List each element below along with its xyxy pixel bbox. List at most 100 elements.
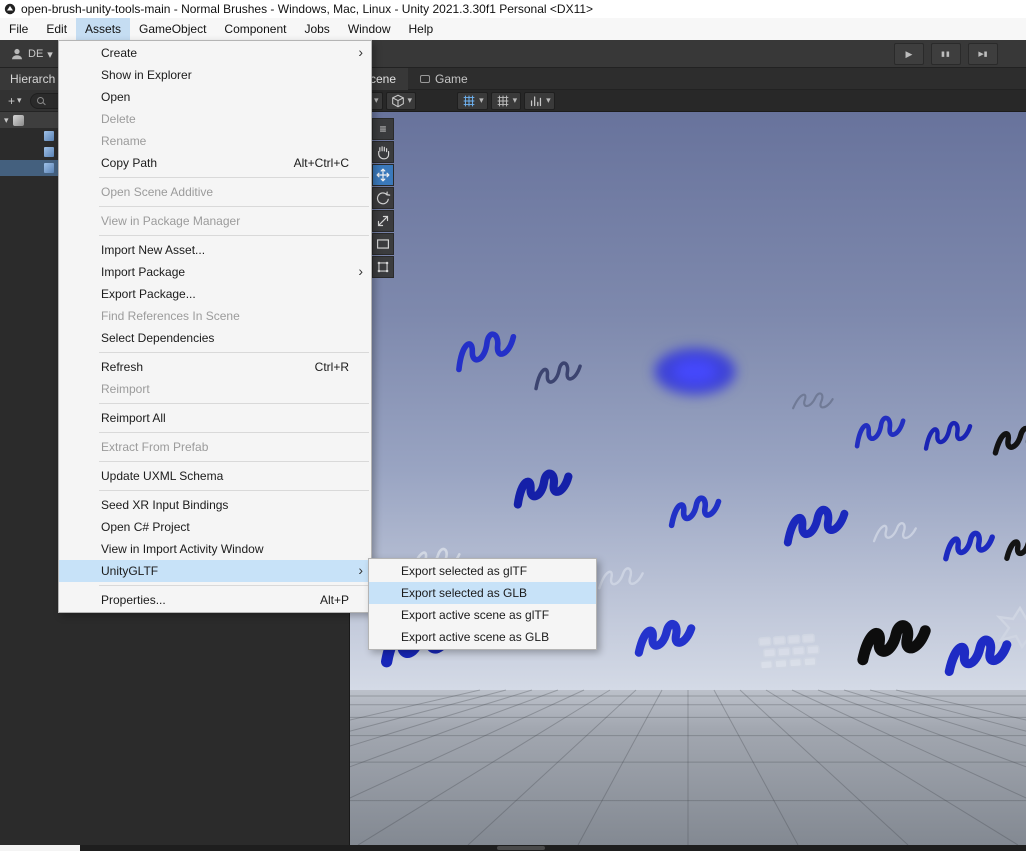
gameobject-icon	[44, 163, 54, 173]
menu-item-create[interactable]: Create ›	[59, 42, 371, 64]
menu-item-label: Export Package...	[101, 287, 196, 301]
step-button[interactable]: ▶▮	[968, 43, 998, 65]
menu-item-open-scene-additive[interactable]: Open Scene Additive	[59, 181, 371, 203]
scene-asset-icon	[12, 114, 24, 126]
menubar-item-file[interactable]: File	[0, 18, 37, 40]
menu-item-refresh[interactable]: Refresh Ctrl+R	[59, 356, 371, 378]
unitygltf-submenu-panel: Export selected as glTF Export selected a…	[368, 558, 597, 650]
menu-item-open-c-project[interactable]: Open C# Project	[59, 516, 371, 538]
menu-item-find-references-in-scene[interactable]: Find References In Scene	[59, 305, 371, 327]
add-object-button[interactable]: + ▾	[4, 94, 26, 108]
view-tool[interactable]	[372, 141, 394, 163]
menu-item-label: Copy Path	[101, 156, 158, 170]
brush-stroke	[943, 530, 995, 562]
menu-item-export-package[interactable]: Export Package...	[59, 283, 371, 305]
menu-item-open[interactable]: Open	[59, 86, 371, 108]
menu-item-label: Reimport	[101, 382, 150, 396]
game-tab-label: Game	[435, 72, 468, 86]
tab-game[interactable]: Game	[408, 68, 480, 90]
menu-item-unitygltf[interactable]: UnityGLTF ›	[59, 560, 371, 582]
menu-item-label: Properties...	[101, 593, 166, 607]
plus-icon: +	[8, 93, 16, 108]
menubar-item-help[interactable]: Help	[400, 18, 443, 40]
menu-item-view-in-package-manager[interactable]: View in Package Manager	[59, 210, 371, 232]
grid-icon	[497, 95, 508, 106]
chevron-down-icon: ▾	[407, 95, 413, 105]
menu-item-update-uxml-schema[interactable]: Update UXML Schema	[59, 465, 371, 487]
account-dropdown[interactable]: DE ▾	[4, 44, 59, 64]
menu-item-view-in-import-activity-window[interactable]: View in Import Activity Window	[59, 538, 371, 560]
brush-stroke	[456, 331, 517, 373]
tab-hierarchy[interactable]: Hierarch	[0, 68, 66, 90]
rect-tool[interactable]	[372, 233, 394, 255]
menu-item-properties[interactable]: Properties... Alt+P	[59, 589, 371, 611]
menu-item-shortcut: Alt+P	[319, 593, 349, 607]
submenu-item-label: Export selected as glTF	[401, 564, 528, 578]
menu-item-label: Open	[101, 90, 131, 104]
search-icon	[36, 97, 44, 104]
menu-item-label: View in Import Activity Window	[101, 542, 264, 556]
brush-stroke	[513, 469, 573, 509]
menu-item-label: Import Package	[101, 265, 186, 279]
menu-item-reimport-all[interactable]: Reimport All	[59, 407, 371, 429]
menu-item-select-dependencies[interactable]: Select Dependencies	[59, 327, 371, 349]
brush-stroke	[634, 620, 696, 657]
brush-stroke	[854, 415, 906, 449]
hierarchy-tab-label: Hierarch	[10, 72, 56, 86]
menu-separator	[99, 403, 369, 404]
submenu-item-export-selected-as-glb[interactable]: Export selected as GLB	[369, 582, 596, 604]
overlay-menu-button[interactable]: ≡	[372, 118, 394, 140]
unity-logo-icon	[4, 3, 16, 15]
menubar-item-window[interactable]: Window	[339, 18, 400, 40]
menu-separator	[99, 235, 369, 236]
menu-separator	[99, 432, 369, 433]
effects-dropdown[interactable]: ▾	[385, 91, 417, 110]
scale-tool[interactable]	[372, 210, 394, 232]
menu-item-show-in-explorer[interactable]: Show in Explorer	[59, 64, 371, 86]
submenu-item-export-active-scene-as-gltf[interactable]: Export active scene as glTF	[369, 604, 596, 626]
move-tool[interactable]	[372, 164, 394, 186]
scene-view-toolbar: ▾ ▾ ▾ ▾ ▾	[350, 90, 1026, 112]
submenu-arrow-icon: ›	[358, 263, 363, 279]
submenu-item-export-selected-as-gltf[interactable]: Export selected as glTF	[369, 560, 596, 582]
play-button[interactable]: ▶	[894, 43, 924, 65]
rect-tool-icon	[377, 239, 389, 249]
menu-item-label: Delete	[101, 112, 136, 126]
play-controls: ▶ ▮▮ ▶▮	[894, 43, 998, 65]
rotate-tool[interactable]	[372, 187, 394, 209]
menu-item-import-new-asset[interactable]: Import New Asset...	[59, 239, 371, 261]
menu-item-label: Find References In Scene	[101, 309, 240, 323]
step-icon: ▶▮	[978, 51, 988, 58]
account-icon	[11, 48, 23, 60]
menu-item-extract-from-prefab[interactable]: Extract From Prefab	[59, 436, 371, 458]
menu-item-import-package[interactable]: Import Package ›	[59, 261, 371, 283]
brush-stroke	[534, 361, 582, 391]
submenu-item-export-active-scene-as-glb[interactable]: Export active scene as GLB	[369, 626, 596, 648]
pause-button[interactable]: ▮▮	[931, 43, 961, 65]
tool-handle-dropdown[interactable]: ▾	[524, 91, 555, 110]
menu-item-label: Update UXML Schema	[101, 469, 224, 483]
menu-item-rename[interactable]: Rename	[59, 130, 371, 152]
menu-item-delete[interactable]: Delete	[59, 108, 371, 130]
transform-tool[interactable]	[372, 256, 394, 278]
menu-separator	[99, 461, 369, 462]
menu-item-seed-xr-input-bindings[interactable]: Seed XR Input Bindings	[59, 494, 371, 516]
menu-item-label: Import New Asset...	[101, 243, 206, 257]
menu-item-copy-path[interactable]: Copy Path Alt+Ctrl+C	[59, 152, 371, 174]
scene-panel: Scene Game ▾ ▾ ▾ ▾ ▾ ≡	[350, 68, 1026, 845]
grid-visibility-dropdown[interactable]: ▾	[457, 91, 488, 110]
menubar-item-assets[interactable]: Assets	[76, 18, 131, 40]
menubar-item-gameobject[interactable]: GameObject	[130, 18, 215, 40]
view-tool-icon	[378, 146, 390, 160]
menubar-item-edit[interactable]: Edit	[37, 18, 76, 40]
menubar-item-jobs[interactable]: Jobs	[295, 18, 338, 40]
snap-increment-dropdown[interactable]: ▾	[490, 91, 522, 110]
menubar-item-component[interactable]: Component	[215, 18, 295, 40]
brush-stroke	[872, 522, 917, 543]
submenu-item-label: Export active scene as GLB	[401, 630, 550, 644]
pause-icon: ▮▮	[941, 51, 951, 58]
menu-item-label: Extract From Prefab	[101, 440, 209, 454]
unity-window: { "window": { "title": "open-brush-unity…	[0, 0, 1026, 851]
menu-item-reimport[interactable]: Reimport	[59, 378, 371, 400]
scene-viewport[interactable]: ≡	[350, 112, 1026, 845]
